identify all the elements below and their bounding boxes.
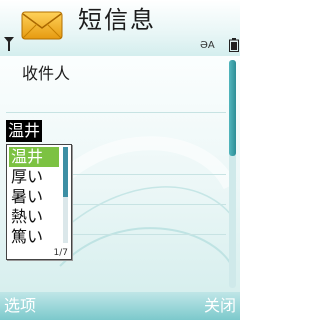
candidate-item[interactable]: 暑い [9,187,59,207]
candidate-item[interactable]: 篤い [9,227,59,247]
close-softkey[interactable]: 关闭 [204,295,236,317]
candidate-item[interactable]: 熱い [9,207,59,227]
options-softkey[interactable]: 选项 [4,295,36,317]
signal-icon [4,37,14,51]
candidate-popup: 温井 厚い 暑い 熱い 篤い 1/7 [6,144,72,260]
page-indicator: 1/7 [53,248,68,258]
messaging-screen: 短信息 ƏA 收件人 温井 温井 厚い 暑い 熱い 篤い 1/7 选项 关闭 [0,0,240,320]
battery-icon [229,38,239,52]
app-title: 短信息 [78,6,156,34]
softkey-bar: 选项 关闭 [0,292,240,320]
messaging-envelope-icon [21,11,63,40]
candidate-item[interactable]: 温井 [9,147,59,167]
title-pane: 短信息 ƏA [0,0,240,56]
recipient-input[interactable]: 温井 [6,120,43,142]
editor-scrollbar-thumb[interactable] [229,60,236,156]
candidate-item[interactable]: 厚い [9,167,59,187]
recipient-label: 收件人 [22,64,71,83]
candidate-scrollbar-thumb[interactable] [63,147,68,197]
field-divider [6,112,226,113]
input-mode-indicator: ƏA [200,40,215,51]
